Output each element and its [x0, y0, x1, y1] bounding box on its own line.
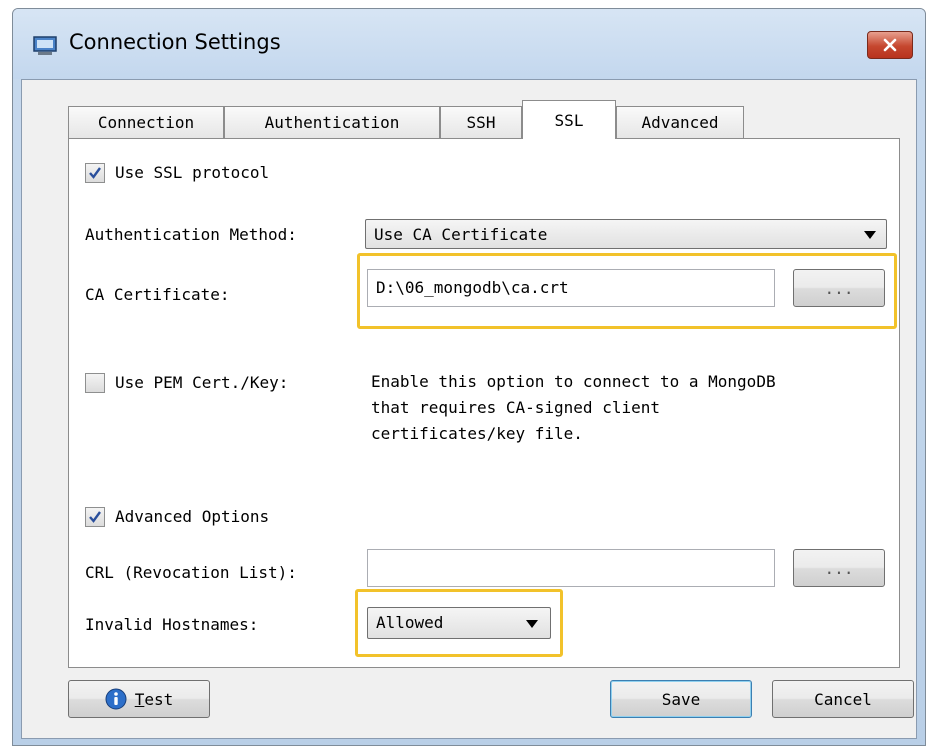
test-button[interactable]: Test [68, 680, 210, 718]
tab-label: SSH [466, 113, 496, 132]
invalid-hostnames-label: Invalid Hostnames: [85, 615, 259, 634]
use-pem-checkbox[interactable] [85, 373, 105, 393]
close-icon [883, 38, 897, 52]
tab-authentication[interactable]: Authentication [224, 106, 440, 138]
ca-certificate-label: CA Certificate: [85, 285, 230, 304]
use-ssl-label: Use SSL protocol [115, 163, 270, 182]
save-button-label: Save [661, 689, 701, 709]
tab-ssl[interactable]: SSL [522, 100, 616, 139]
invalid-hostnames-value: Allowed [376, 613, 444, 632]
tab-label: Connection [97, 113, 195, 132]
pem-description-line: that requires CA-signed client [371, 398, 660, 417]
tab-advanced[interactable]: Advanced [616, 106, 744, 138]
crl-label: CRL (Revocation List): [85, 563, 297, 582]
tab-label: Advanced [641, 113, 719, 132]
ca-certificate-value: D:\06_mongodb\ca.crt [376, 278, 569, 297]
tab-label: Authentication [264, 113, 400, 132]
invalid-hostnames-select[interactable]: Allowed [367, 607, 551, 639]
dialog-body: Connection Authentication SSH SSL Advanc… [21, 79, 917, 739]
cancel-button[interactable]: Cancel [772, 680, 914, 718]
tab-ssh[interactable]: SSH [440, 106, 522, 138]
use-pem-label: Use PEM Cert./Key: [115, 373, 289, 392]
chevron-down-icon [526, 620, 538, 628]
auth-method-label: Authentication Method: [85, 225, 297, 244]
checkmark-icon [89, 167, 101, 179]
auth-method-value: Use CA Certificate [374, 225, 548, 244]
connection-settings-dialog: Connection Settings Connection Authentic… [12, 8, 926, 746]
chevron-down-icon [864, 231, 876, 239]
ca-certificate-input[interactable]: D:\06_mongodb\ca.crt [367, 269, 775, 307]
pem-description-line: Enable this option to connect to a Mongo… [371, 372, 776, 391]
use-ssl-checkbox[interactable] [85, 163, 105, 183]
auth-method-select[interactable]: Use CA Certificate [365, 219, 887, 249]
info-icon [105, 688, 127, 710]
advanced-options-checkbox[interactable] [85, 507, 105, 527]
close-button[interactable] [867, 31, 913, 59]
browse-label: ... [824, 558, 854, 578]
title-bar: Connection Settings [13, 9, 925, 79]
checkmark-icon [89, 511, 101, 523]
tab-label: SSL [554, 110, 584, 130]
pem-description-line: certificates/key file. [371, 424, 583, 443]
monitor-icon [33, 36, 57, 55]
cancel-button-label: Cancel [814, 689, 872, 709]
advanced-options-label: Advanced Options [115, 507, 270, 526]
crl-input[interactable] [367, 549, 775, 587]
ssl-tab-panel: Use SSL protocol Authentication Method: … [68, 138, 900, 668]
tab-connection[interactable]: Connection [68, 106, 224, 138]
crl-browse-button[interactable]: ... [793, 549, 885, 587]
pem-description: Enable this option to connect to a Mongo… [371, 369, 776, 447]
test-button-label: Test [134, 689, 174, 709]
browse-label: ... [824, 278, 854, 298]
ca-certificate-browse-button[interactable]: ... [793, 269, 885, 307]
window-title: Connection Settings [69, 30, 281, 54]
save-button[interactable]: Save [610, 680, 752, 718]
